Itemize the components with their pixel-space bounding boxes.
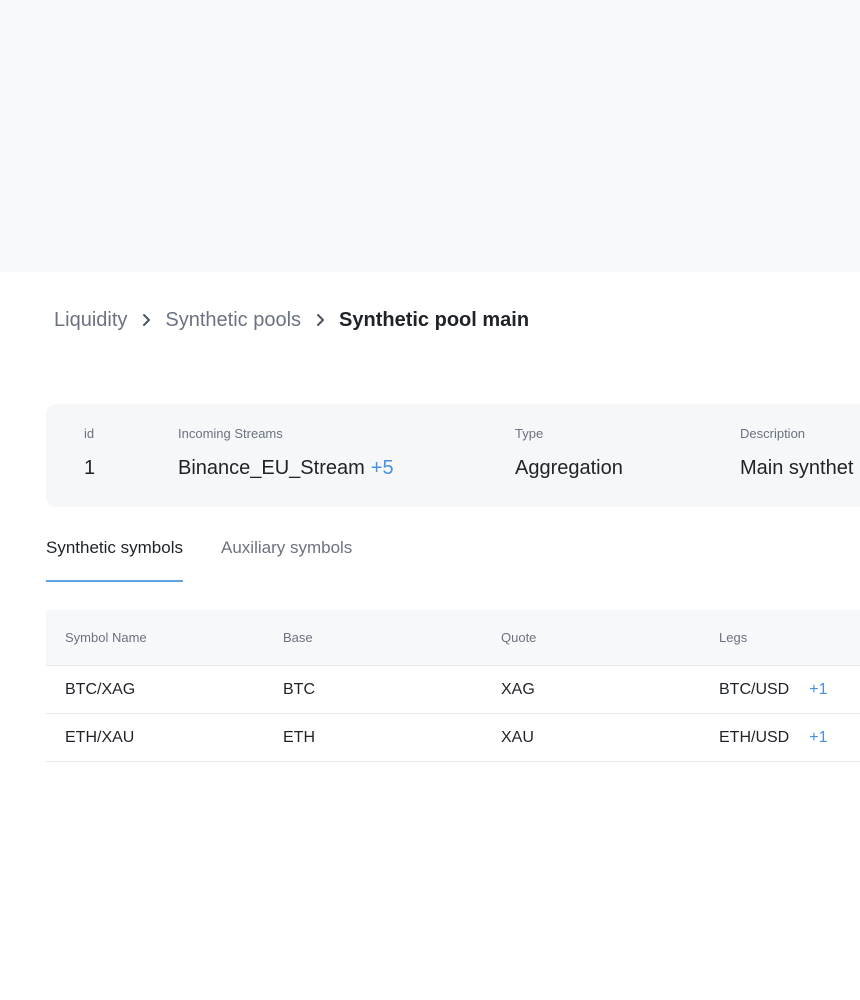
symbol-tabs: Synthetic symbols Auxiliary symbols bbox=[46, 536, 390, 582]
quote-cell: XAG bbox=[501, 681, 535, 698]
base-cell: BTC bbox=[283, 681, 315, 698]
type-field: Type Aggregation bbox=[515, 426, 623, 481]
symbol-name-cell: BTC/XAG bbox=[65, 681, 136, 698]
tab-synthetic-symbols[interactable]: Synthetic symbols bbox=[46, 536, 183, 582]
breadcrumb-synthetic-pools-link[interactable]: Synthetic pools bbox=[165, 306, 301, 334]
incoming-streams-label: Incoming Streams bbox=[178, 426, 283, 441]
table-header: Symbol Name Base Quote Legs bbox=[46, 610, 860, 666]
symbols-table: Symbol Name Base Quote Legs BTC/XAG BTC … bbox=[46, 610, 860, 762]
incoming-streams-value: Binance_EU_Stream bbox=[178, 457, 365, 479]
table-row[interactable]: ETH/XAU ETH XAU ETH/USD +1 bbox=[46, 714, 860, 762]
description-label: Description bbox=[740, 426, 806, 441]
column-header-base[interactable]: Base bbox=[283, 630, 313, 645]
page-title: Synthetic pool main bbox=[339, 309, 530, 331]
breadcrumb-liquidity-link[interactable]: Liquidity bbox=[54, 306, 127, 334]
quote-cell: XAU bbox=[501, 729, 534, 746]
breadcrumb: Liquidity Synthetic pools Synthetic pool… bbox=[54, 306, 529, 334]
column-header-symbol-name[interactable]: Symbol Name bbox=[65, 630, 147, 645]
id-value: 1 bbox=[84, 457, 96, 479]
incoming-streams-field: Incoming Streams Binance_EU_Stream +5 bbox=[178, 426, 394, 481]
symbol-name-cell: ETH/XAU bbox=[65, 729, 135, 746]
legs-cell: BTC/USD +1 bbox=[719, 680, 827, 700]
incoming-streams-value-row: Binance_EU_Stream +5 bbox=[178, 455, 394, 481]
id-field: id 1 bbox=[84, 426, 95, 481]
legs-value: BTC/USD bbox=[719, 681, 790, 698]
legs-more-button[interactable]: +1 bbox=[809, 729, 827, 746]
description-field: Description Main synthet bbox=[740, 426, 853, 481]
chevron-right-icon bbox=[127, 313, 165, 327]
id-label: id bbox=[84, 426, 95, 441]
column-header-quote[interactable]: Quote bbox=[501, 630, 536, 645]
legs-value: ETH/USD bbox=[719, 729, 790, 746]
base-cell: ETH bbox=[283, 729, 315, 746]
type-value: Aggregation bbox=[515, 457, 623, 479]
type-label: Type bbox=[515, 426, 544, 441]
description-value: Main synthet bbox=[740, 457, 854, 479]
legs-more-button[interactable]: +1 bbox=[809, 681, 827, 698]
incoming-streams-more-button[interactable]: +5 bbox=[371, 457, 394, 479]
top-banner-area bbox=[0, 0, 860, 272]
table-row[interactable]: BTC/XAG BTC XAG BTC/USD +1 bbox=[46, 666, 860, 714]
column-header-legs[interactable]: Legs bbox=[719, 630, 747, 645]
chevron-right-icon bbox=[301, 313, 339, 327]
pool-info-card: id 1 Incoming Streams Binance_EU_Stream +… bbox=[46, 404, 860, 507]
tab-auxiliary-symbols[interactable]: Auxiliary symbols bbox=[221, 536, 352, 582]
legs-cell: ETH/USD +1 bbox=[719, 728, 827, 748]
